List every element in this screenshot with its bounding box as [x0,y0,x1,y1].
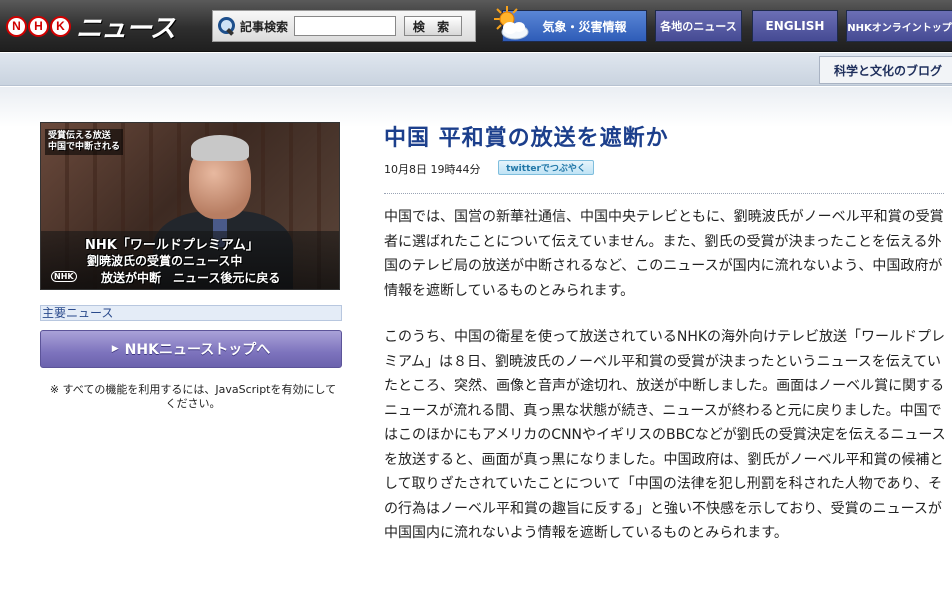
video-channel-logo: NHK [51,271,77,282]
nav-local-news-button[interactable]: 各地のニュース [655,10,742,42]
sun-cloud-icon [494,6,529,40]
news-video-thumbnail[interactable]: 受賞伝える放送 中国で中断される NHK「ワールドプレミアム」 劉暁波氏の受賞の… [40,122,340,290]
twitter-share-button[interactable]: twitterでつぶやく [498,160,594,175]
site-header: N H K ニュース 記事検索 検 索 気象・災害情報 各地のニュース ENGL… [0,0,952,52]
video-caption-line: 放送が中断 ニュース後元に戻る [101,271,281,285]
main-news-link[interactable]: 主要ニュース [40,305,342,321]
nav-english-button[interactable]: ENGLISH [752,10,838,42]
nav-weather-label: 気象・災害情報 [542,19,627,34]
article-divider [384,193,944,194]
blog-tab-label: 科学と文化のブログ [833,63,942,78]
science-culture-blog-tab[interactable]: 科学と文化のブログ [818,56,952,84]
javascript-notice: ※ すべての機能を利用するには、JavaScriptを有効にしてください。 [49,383,337,410]
triangle-right-icon: ▶ [111,344,119,354]
video-caption-top-line: 受賞伝える放送 [48,131,111,141]
logo-letter-h: H [28,15,49,37]
nav-english-label: ENGLISH [765,19,825,33]
nav-online-label: NHKオンライントップ [847,22,952,34]
article-paragraph: このうち、中国の衛星を使って放送されているNHKの海外向けテレビ放送「ワールドプ… [384,329,946,541]
video-caption-top-line: 中国で中断される [48,142,121,152]
video-person-hair [191,135,249,161]
logo-text: ニュース [76,13,176,44]
video-caption-top: 受賞伝える放送 中国で中断される [45,129,124,155]
video-caption-line: 劉暁波氏の受賞のニュース中 [87,254,243,268]
article-body: 中国では、国営の新華社通信、中国中央テレビともに、劉暁波氏がノーベル平和賞の受賞… [384,205,946,568]
search-label: 記事検索 [240,19,289,34]
search-box: 記事検索 検 索 [212,10,476,42]
video-caption-line: NHK「ワールドプレミアム」 [85,238,259,253]
sub-header-bar: 科学と文化のブログ [0,53,952,86]
search-icon [217,16,237,36]
nhk-news-top-button[interactable]: ▶ NHKニューストップへ [40,330,342,368]
twitter-button-label: twitterでつぶやく [506,164,586,174]
article-title: 中国 平和賞の放送を遮断か [384,126,669,151]
search-button[interactable]: 検 索 [404,16,463,36]
search-input[interactable] [294,16,397,36]
nhk-news-logo[interactable]: N H K ニュース [6,8,176,44]
nav-online-top-button[interactable]: NHKオンライントップ [846,10,952,42]
top-button-label: NHKニューストップへ [124,342,271,358]
article-date: 10月8日 19時44分 [384,163,481,176]
logo-letter-n: N [6,15,27,37]
article-paragraph: 中国では、国営の新華社通信、中国中央テレビともに、劉暁波氏がノーベル平和賞の受賞… [384,209,944,299]
logo-letter-k: K [50,15,71,37]
nav-local-label: 各地のニュース [660,20,737,33]
